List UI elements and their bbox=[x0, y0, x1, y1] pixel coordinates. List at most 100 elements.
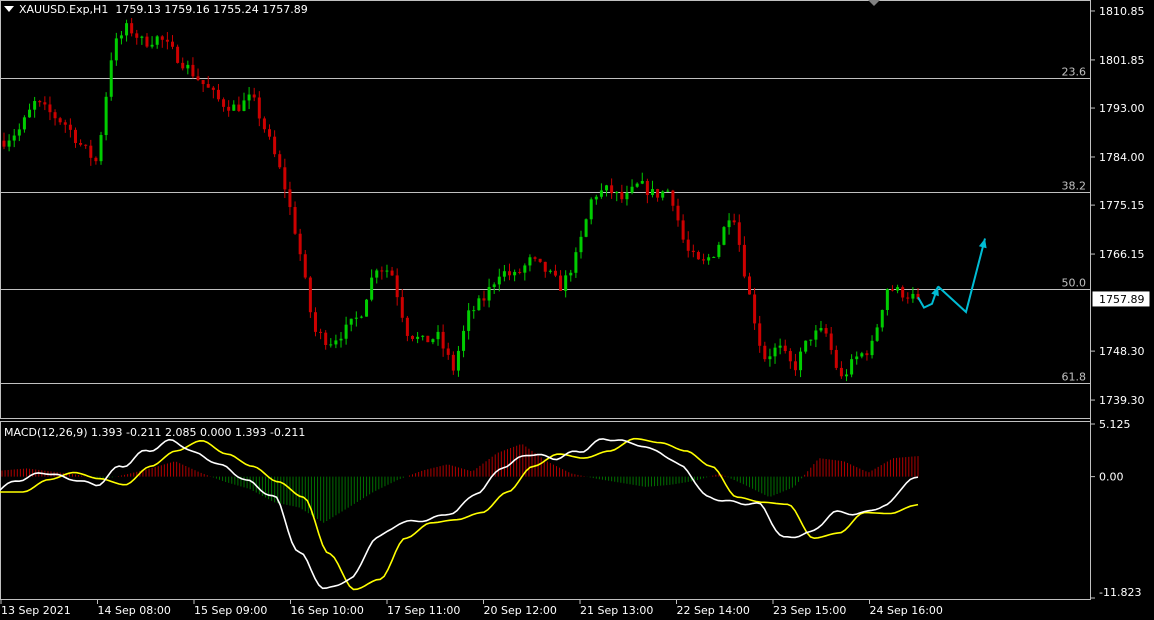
candle-body bbox=[38, 101, 42, 103]
candle-body bbox=[28, 109, 32, 118]
ohlc-values: 1759.13 1759.16 1755.24 1757.89 bbox=[115, 3, 308, 16]
candle-body bbox=[824, 328, 828, 334]
candle-body bbox=[186, 64, 190, 69]
macd-lines-group bbox=[0, 437, 919, 591]
chart-header: XAUUSD.Exp,H1 1759.13 1759.16 1755.24 17… bbox=[4, 3, 308, 16]
candle-body bbox=[742, 244, 746, 277]
candle-body bbox=[426, 335, 430, 343]
projection-arrows-group[interactable] bbox=[917, 238, 987, 314]
candle-body bbox=[753, 294, 757, 324]
candle-body bbox=[875, 327, 879, 341]
dropdown-triangle-icon[interactable] bbox=[4, 6, 14, 12]
candle-body bbox=[160, 36, 164, 40]
candle-body bbox=[89, 145, 93, 158]
candle-body bbox=[79, 143, 83, 145]
candle-body bbox=[216, 89, 220, 100]
price-axis-label: 1766.15 bbox=[1099, 248, 1145, 261]
candle-body bbox=[278, 154, 282, 168]
candle-body bbox=[410, 335, 414, 339]
candles-group bbox=[2, 18, 920, 382]
candle-body bbox=[594, 196, 598, 200]
macd-main-line bbox=[0, 438, 919, 590]
candle-body bbox=[191, 64, 195, 77]
candle-body bbox=[829, 333, 833, 350]
candle-body bbox=[150, 44, 154, 47]
macd-axis: 5.125 0.00 -11.823 bbox=[1090, 418, 1141, 599]
shift-marker-icon[interactable] bbox=[868, 0, 880, 6]
candle-body bbox=[109, 60, 113, 97]
candle-body bbox=[880, 309, 884, 328]
candle-body bbox=[298, 233, 302, 255]
candle-body bbox=[17, 129, 21, 136]
candle-body bbox=[656, 189, 660, 198]
candle-body bbox=[737, 222, 741, 245]
candle-body bbox=[2, 140, 6, 147]
candle-body bbox=[237, 104, 241, 111]
time-axis-label: 23 Sep 15:00 bbox=[773, 604, 846, 617]
candle-body bbox=[559, 275, 563, 291]
candle-body bbox=[334, 340, 338, 345]
macd-axis-label: 5.125 bbox=[1099, 418, 1131, 431]
macd-histogram-group bbox=[1, 444, 919, 523]
time-axis-label: 15 Sep 09:00 bbox=[194, 604, 267, 617]
candle-body bbox=[574, 252, 578, 273]
candle-body bbox=[676, 205, 680, 221]
fib-level-label: 38.2 bbox=[1062, 180, 1087, 193]
candle-body bbox=[850, 359, 854, 375]
candle-body bbox=[727, 220, 731, 228]
candle-body bbox=[467, 310, 471, 331]
candle-body bbox=[130, 23, 134, 34]
candle-body bbox=[870, 340, 874, 356]
candle-body bbox=[543, 261, 547, 272]
candle-body bbox=[763, 345, 767, 360]
candle-body bbox=[456, 350, 460, 371]
candle-body bbox=[94, 157, 98, 162]
fib-retracement-group[interactable]: 23.6 38.2 50.0 61.8 bbox=[0, 66, 1090, 384]
candle-body bbox=[788, 351, 792, 362]
candle-body bbox=[313, 312, 317, 332]
candle-body bbox=[268, 129, 272, 137]
time-axis: 13 Sep 2021 14 Sep 08:00 15 Sep 09:00 16 Se… bbox=[0, 600, 943, 617]
candle-body bbox=[666, 190, 670, 192]
candle-body bbox=[135, 33, 139, 38]
candle-body bbox=[696, 252, 700, 260]
candle-body bbox=[885, 289, 889, 310]
candle-body bbox=[319, 331, 323, 333]
candle-body bbox=[273, 136, 277, 155]
candle-body bbox=[53, 112, 57, 119]
candle-body bbox=[901, 287, 905, 298]
current-price-label: 1757.89 bbox=[1099, 293, 1145, 306]
candle-body bbox=[814, 330, 818, 340]
candle-body bbox=[125, 23, 129, 36]
candle-body bbox=[906, 297, 910, 299]
candle-body bbox=[804, 340, 808, 352]
price-axis-label: 1793.00 bbox=[1099, 102, 1145, 115]
candle-body bbox=[339, 338, 343, 341]
candle-body bbox=[528, 257, 532, 266]
candle-body bbox=[584, 219, 588, 237]
macd-frame bbox=[0, 421, 1091, 600]
fib-level-label: 50.0 bbox=[1062, 277, 1087, 290]
candle-body bbox=[385, 270, 389, 272]
candle-body bbox=[206, 84, 210, 88]
candle-body bbox=[717, 244, 721, 257]
projection-arrow-long bbox=[937, 238, 986, 314]
time-axis-label: 22 Sep 14:00 bbox=[677, 604, 750, 617]
candle-body bbox=[569, 272, 573, 276]
candle-body bbox=[293, 207, 297, 234]
candle-body bbox=[165, 39, 169, 42]
candle-body bbox=[758, 323, 762, 346]
candle-body bbox=[538, 258, 542, 262]
macd-header: MACD(12,26,9) 1.393 -0.211 2.085 0.000 1… bbox=[4, 426, 306, 439]
chart-svg[interactable]: 23.6 38.2 50.0 61.8 1810.85 1801.85 1793.00 17… bbox=[0, 0, 1154, 620]
symbol-label: XAUUSD.Exp,H1 bbox=[19, 3, 109, 16]
candle-body bbox=[354, 317, 358, 319]
candle-body bbox=[446, 348, 450, 355]
candle-body bbox=[896, 287, 900, 291]
candle-body bbox=[451, 354, 455, 371]
candle-body bbox=[502, 271, 506, 277]
candle-body bbox=[114, 38, 118, 61]
candle-body bbox=[686, 239, 690, 251]
candle-body bbox=[630, 186, 634, 193]
time-axis-label: 16 Sep 10:00 bbox=[291, 604, 364, 617]
